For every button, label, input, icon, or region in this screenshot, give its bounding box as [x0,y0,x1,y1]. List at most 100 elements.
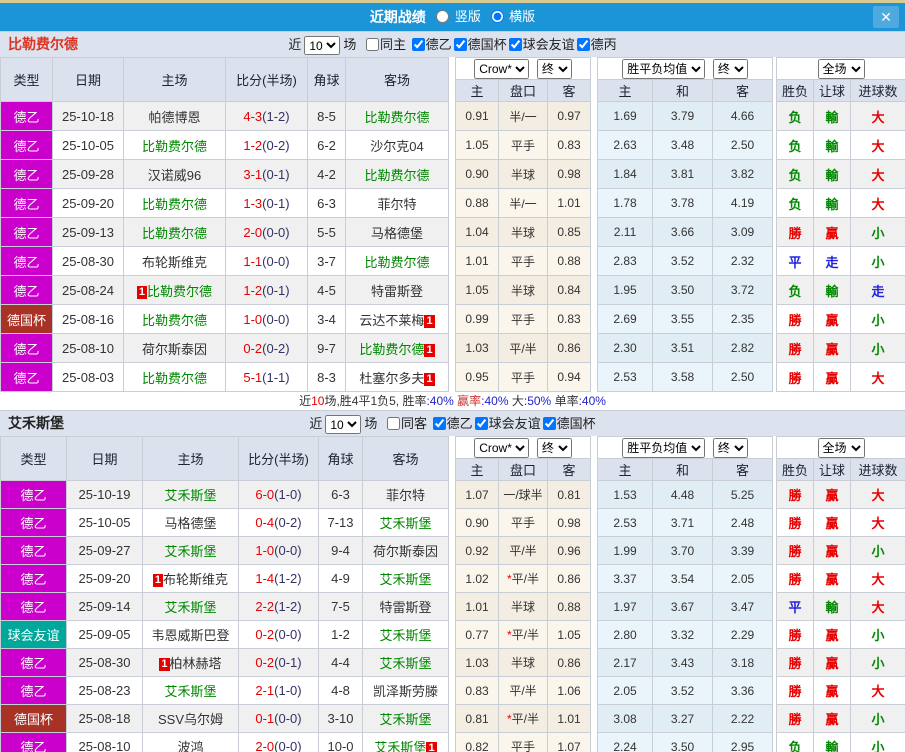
mean-home: 1.97 [598,593,653,621]
league-checkbox[interactable]: 德国杯 [541,416,596,431]
home-odds: 0.99 [456,305,499,334]
home-team-name: 布轮斯维克 [163,572,228,587]
mean-home: 2.24 [598,733,653,752]
fulltime-score: 2-0 [255,739,274,752]
league-checkbox[interactable]: 德国杯 [452,37,507,52]
corners: 4-2 [308,160,346,189]
away-team-name: 比勒费尔德 [359,342,424,357]
league-checkbox[interactable]: 球会友谊 [473,416,541,431]
away-team-name: 菲尔特 [386,488,425,503]
result-goals: 大 [851,363,905,392]
halftime-score: (0-1) [262,196,289,211]
separator [591,363,598,392]
final-select-1b[interactable]: 终 [713,59,748,79]
away-team-name: 特雷斯登 [371,284,423,299]
handicap: 平/半 [499,537,548,565]
league-checkbox[interactable]: 德乙 [410,37,452,52]
home-odds: 0.90 [456,160,499,189]
league-label: 德乙 [447,416,473,431]
away-odds: 0.88 [548,247,591,276]
final-select-2b[interactable]: 终 [713,438,748,458]
league-checkbox[interactable]: 德丙 [575,37,617,52]
mean-select-1[interactable]: 胜平负均值 [622,59,705,79]
result-winlose: 勝 [777,677,814,705]
scope-select-2[interactable]: 全场 [818,438,865,458]
home-team: 马格德堡 [143,509,239,537]
bookmaker-select-1[interactable]: Crow* [474,59,529,79]
match-row: 德乙 25-10-19 艾禾斯堡 6-0(1-0) 6-3 菲尔特 1.07 一… [1,481,905,509]
result-goals: 小 [851,305,905,334]
final-select-1a[interactable]: 终 [537,59,572,79]
home-odds: 1.07 [456,481,499,509]
match-row: 德乙 25-10-05 比勒费尔德 1-2(0-2) 6-2 沙尔克04 1.0… [1,131,905,160]
mean-select-2[interactable]: 胜平负均值 [622,438,705,458]
league-checkbox-input[interactable] [543,417,556,430]
away-odds: 0.83 [548,131,591,160]
scope-select-1[interactable]: 全场 [818,59,865,79]
match-row: 德乙 25-10-05 马格德堡 0-4(0-2) 7-13 艾禾斯堡 0.90… [1,509,905,537]
close-icon[interactable]: ✕ [873,6,899,28]
league-checkbox-input[interactable] [577,38,590,51]
score: 0-2(0-0) [239,621,319,649]
profit-rate-label: 赢率 [454,394,481,408]
match-row: 德乙 25-09-14 艾禾斯堡 2-2(1-2) 7-5 特雷斯登 1.01 … [1,593,905,621]
separator [591,160,598,189]
separator [449,102,456,131]
col-odds-away: 客 [548,80,591,102]
team2-matches-table: 类型 日期 主场 比分(半场) 角球 客场 Crow* 终 胜平负均值 终 [0,436,905,752]
match-date: 25-08-10 [53,334,124,363]
section2-filters: 近10场 同客 德乙球会友谊德国杯 [0,411,905,436]
col-result-wl: 胜负 [777,80,814,102]
result-handicap: 輸 [814,189,851,218]
near-count-select-1[interactable]: 10 [304,36,340,55]
league-checkbox-input[interactable] [475,417,488,430]
league-checkbox-input[interactable] [509,38,522,51]
mean-home: 1.99 [598,537,653,565]
league-checkbox-input[interactable] [433,417,446,430]
handicap-text: 平/半 [509,342,536,356]
team1-summary: 近10场,胜4平1负5, 胜率:40% 赢率:40% 大:50% 单率:40% [0,392,905,410]
horizontal-radio[interactable] [491,10,504,23]
away-odds: 0.86 [548,649,591,677]
separator [449,160,456,189]
layout-radio-vertical[interactable]: 竖版 [436,9,484,24]
score: 0-2(0-1) [239,649,319,677]
layout-radio-horizontal[interactable]: 横版 [491,9,536,24]
match-row: 德乙 25-09-20 比勒费尔德 1-3(0-1) 6-3 菲尔特 0.88 … [1,189,905,218]
away-team-name: 荷尔斯泰因 [373,544,438,559]
result-handicap: 贏 [814,218,851,247]
mean-draw: 3.78 [653,189,713,218]
odds-group-header: Crow* 终 [456,437,591,459]
handicap-text: 平手 [511,313,535,327]
mean-home: 1.84 [598,160,653,189]
same-away-checkbox[interactable] [387,417,400,430]
final-select-2a[interactable]: 终 [537,438,572,458]
separator [449,621,456,649]
separator [449,334,456,363]
match-date: 25-10-05 [67,509,143,537]
match-date: 25-08-30 [53,247,124,276]
separator [449,677,456,705]
away-odds: 0.96 [548,537,591,565]
near-count-select-2[interactable]: 10 [325,415,361,434]
result-goals: 大 [851,189,905,218]
corners: 4-4 [319,649,363,677]
home-team-name: 艾禾斯堡 [164,684,216,699]
result-goals: 小 [851,537,905,565]
league-checkbox[interactable]: 德乙 [431,416,473,431]
league-checkbox-input[interactable] [412,38,425,51]
col-mean-home: 主 [598,80,653,102]
bookmaker-select-2[interactable]: Crow* [474,438,529,458]
away-team: 艾禾斯堡 [363,565,449,593]
league-checkbox[interactable]: 球会友谊 [507,37,575,52]
league-checkbox-input[interactable] [454,38,467,51]
vertical-radio[interactable] [436,10,449,23]
mean-away: 3.18 [713,649,773,677]
mean-group-header: 胜平负均值 终 [598,437,773,459]
separator [449,733,456,752]
handicap-text: 平/半 [512,572,539,586]
section1-filter-bar: 比勒费尔德 近10场 同主 德乙德国杯球会友谊德丙 [0,31,905,57]
same-home-checkbox[interactable] [366,38,379,51]
result-handicap: 輸 [814,160,851,189]
result-handicap: 贏 [814,537,851,565]
